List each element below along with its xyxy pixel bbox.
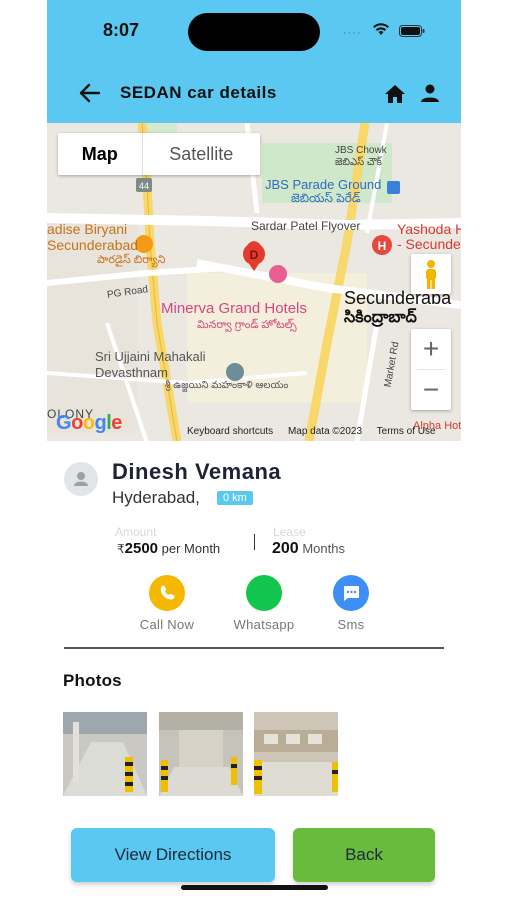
amount-unit: per Month (158, 541, 221, 556)
whatsapp-circle (246, 575, 282, 611)
avatar-person-icon (74, 472, 88, 486)
parking-photo (254, 712, 338, 796)
map-label: Yashoda H (397, 221, 461, 237)
pegman-icon (426, 260, 436, 289)
owner-name: Dinesh Vemana (112, 459, 282, 484)
map-footer: Keyboard shortcuts Map data ©2023 Terms … (187, 426, 448, 437)
zoom-controls: + − (411, 329, 451, 410)
signal-dots: ···· (343, 27, 362, 39)
map-label: adise Biryani (47, 221, 128, 237)
photos-heading: Photos (63, 671, 122, 690)
map-label: Minerva Grand Hotels (161, 300, 307, 317)
svg-text:44: 44 (139, 181, 149, 191)
parking-photo (159, 712, 243, 796)
sms-button[interactable]: Sms (311, 575, 391, 632)
map-label: JBS Chowk (335, 145, 387, 156)
phone-icon (160, 585, 175, 600)
lease-value: 200 Months (272, 540, 345, 558)
distance-badge: 0 km (217, 491, 253, 505)
app-header: 8:07 ···· SEDAN car details (47, 0, 461, 123)
lease-unit: Months (298, 541, 345, 556)
call-now-button[interactable]: Call Now (127, 575, 207, 632)
map-label: జెబియస్ పెరేడ్ (291, 191, 361, 205)
svg-text:H: H (378, 239, 387, 253)
street-view-button[interactable] (411, 254, 451, 294)
back-button[interactable]: Back (293, 828, 435, 882)
keyboard-shortcuts-link[interactable]: Keyboard shortcuts (187, 426, 273, 437)
photo-thumbnail[interactable] (159, 712, 243, 796)
avatar[interactable] (64, 462, 98, 496)
amount-label: Amount (115, 525, 157, 539)
map-data-attribution: Map data ©2023 (287, 426, 363, 437)
lease-label: Lease (273, 525, 306, 539)
map-marker-letter: D (250, 248, 259, 262)
lease-number: 200 (272, 540, 299, 557)
map-label: మినర్వా గ్రాండ్ హోటల్స్ (197, 319, 297, 331)
map-label: Devasthnam (95, 365, 168, 380)
map-label: పారడైస్ బిర్యాని (97, 254, 166, 266)
battery-icon (399, 25, 425, 37)
photo-thumbnail[interactable] (63, 712, 147, 796)
map-view[interactable]: 44 H D JBS Chowk జెబిఎస్ చౌక్ JBS Parade… (47, 123, 461, 441)
parking-photo (63, 712, 147, 796)
user-icon[interactable] (420, 83, 440, 103)
call-now-label: Call Now (139, 617, 195, 632)
map-label: JBS Parade Ground (265, 177, 382, 192)
back-arrow-icon[interactable] (79, 82, 101, 104)
map-label: శ్రీ ఉజ్జయిని మహంకాళి ఆలయం (165, 380, 289, 391)
whatsapp-button[interactable]: Whatsapp (224, 575, 304, 632)
map-type-map[interactable]: Map (58, 133, 143, 175)
map-type-satellite[interactable]: Satellite (143, 133, 260, 175)
section-divider (64, 647, 444, 649)
terms-of-use-link[interactable]: Terms of Use (377, 426, 436, 437)
stat-divider (254, 534, 255, 550)
home-indicator (181, 885, 328, 890)
google-logo: Google (56, 412, 122, 434)
view-directions-button[interactable]: View Directions (71, 828, 275, 882)
message-icon (344, 586, 359, 601)
map-label: Sardar Patel Flyover (251, 219, 361, 233)
sms-label: Sms (337, 617, 365, 632)
page-title: SEDAN car details (120, 83, 277, 102)
amount-value: ₹2500 per Month (117, 540, 220, 557)
owner-city: Hyderabad, (112, 488, 200, 507)
photo-thumbnail[interactable] (254, 712, 338, 796)
currency-symbol: ₹ (117, 542, 125, 556)
sms-circle (333, 575, 369, 611)
map-label: జెబిఎస్ చౌక్ (335, 157, 382, 168)
map-label: సికింద్రాబాద్ (344, 309, 417, 326)
dynamic-island (188, 13, 320, 51)
map-label: Secunderabad (47, 237, 139, 253)
whatsapp-label: Whatsapp (233, 617, 295, 632)
status-time: 8:07 (103, 20, 140, 40)
call-circle (149, 575, 185, 611)
zoom-in-button[interactable]: + (411, 329, 451, 369)
map-label: Sri Ujjaini Mahakali (95, 349, 206, 364)
home-icon[interactable] (384, 83, 406, 105)
screen: 8:07 ···· SEDAN car details 44 H D JBS C… (47, 0, 461, 900)
map-type-toggle: Map Satellite (58, 133, 260, 175)
amount-number: 2500 (124, 540, 159, 557)
wifi-icon (373, 23, 389, 35)
map-label: - Secunde (397, 236, 461, 252)
zoom-out-button[interactable]: − (411, 370, 451, 410)
